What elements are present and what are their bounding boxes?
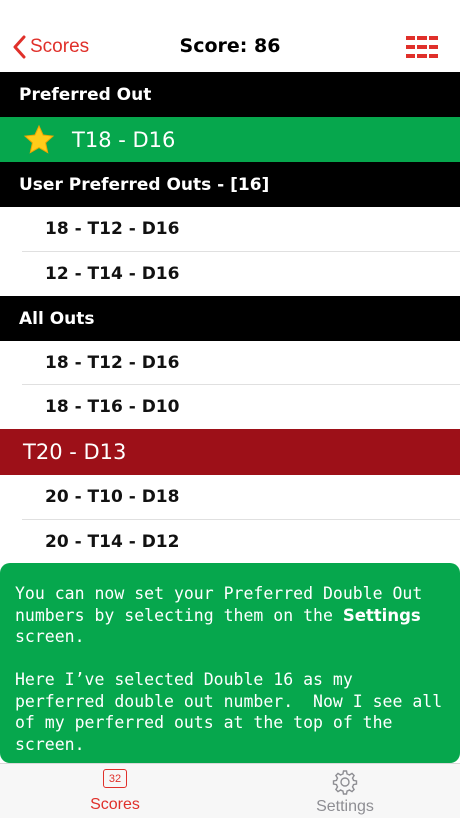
star-icon xyxy=(23,124,55,154)
list-item[interactable]: 20 - T10 - D18 xyxy=(0,475,460,519)
section-header-user-preferred: User Preferred Outs - [16] xyxy=(0,162,460,207)
section-header-all-outs: All Outs xyxy=(0,296,460,341)
tooltip-paragraph-2: Here I’ve selected Double 16 as my perfe… xyxy=(15,670,453,754)
tooltip-settings-label: Settings xyxy=(342,605,421,625)
preferred-out-row[interactable]: T18 - D16 xyxy=(0,117,460,162)
tab-label: Settings xyxy=(316,798,374,815)
list-item[interactable]: 20 - T14 - D12 xyxy=(0,520,460,564)
tooltip-text: screen. xyxy=(15,627,85,646)
tab-scores[interactable]: 32 Scores xyxy=(0,769,230,814)
list-item[interactable]: 12 - T14 - D16 xyxy=(0,252,460,296)
list-item[interactable]: 18 - T12 - D16 xyxy=(0,341,460,384)
tab-bar: 32 Scores Settings xyxy=(0,763,460,818)
dartboard-grid-icon[interactable] xyxy=(406,35,438,59)
preferred-out-value: T18 - D16 xyxy=(72,127,176,152)
list-item[interactable]: 18 - T12 - D16 xyxy=(0,207,460,251)
scores-badge-icon: 32 xyxy=(103,769,127,788)
page-title: Score: 86 xyxy=(179,35,281,57)
info-tooltip[interactable]: You can now set your Preferred Double Ou… xyxy=(0,563,460,763)
alt-out-row[interactable]: T20 - D13 xyxy=(0,429,460,475)
gear-icon xyxy=(332,770,358,795)
section-header-preferred-out: Preferred Out xyxy=(0,72,460,117)
nav-bar: Scores Score: 86 xyxy=(0,0,460,72)
tooltip-paragraph-1: You can now set your Preferred Double Ou… xyxy=(15,583,445,648)
tab-settings[interactable]: Settings xyxy=(230,769,460,816)
list-item[interactable]: 18 - T16 - D10 xyxy=(0,385,460,429)
tab-label: Scores xyxy=(90,796,140,813)
